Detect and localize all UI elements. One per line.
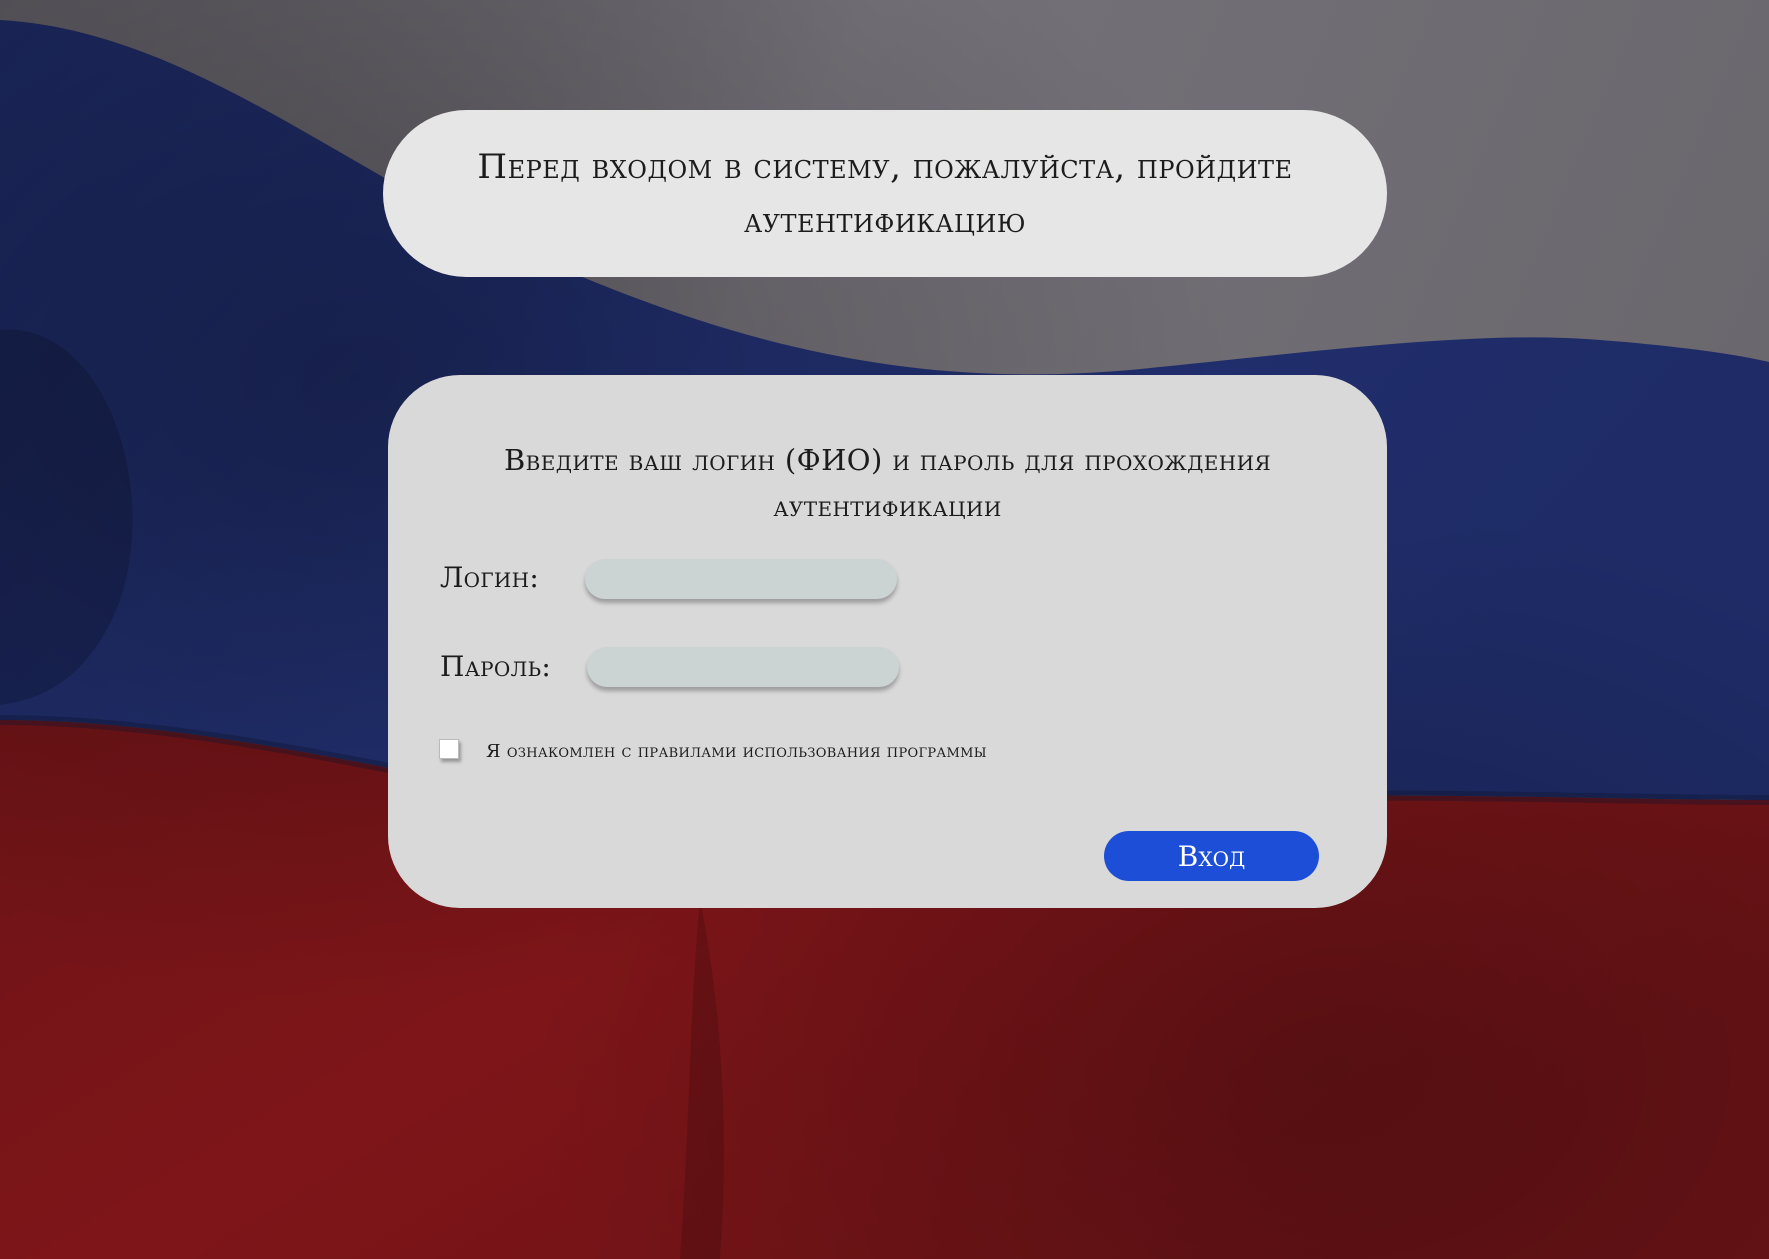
agreement-checkbox[interactable] — [439, 739, 459, 759]
login-button[interactable]: Вход — [1104, 831, 1319, 881]
login-input[interactable] — [585, 559, 897, 599]
form-heading: Введите ваш логин (ФИО) и пароль для про… — [503, 443, 1272, 523]
password-input[interactable] — [587, 647, 899, 687]
page-title: Перед входом в систему, пожалуйста, прой… — [477, 146, 1293, 241]
password-label: Пароль: — [440, 650, 552, 683]
agreement-label: Я ознакомлен с правилами использования п… — [486, 741, 987, 762]
login-label: Логин: — [440, 561, 540, 594]
header-card: Перед входом в систему, пожалуйста, прой… — [383, 110, 1387, 277]
login-form: Введите ваш логин (ФИО) и пароль для про… — [388, 375, 1387, 908]
